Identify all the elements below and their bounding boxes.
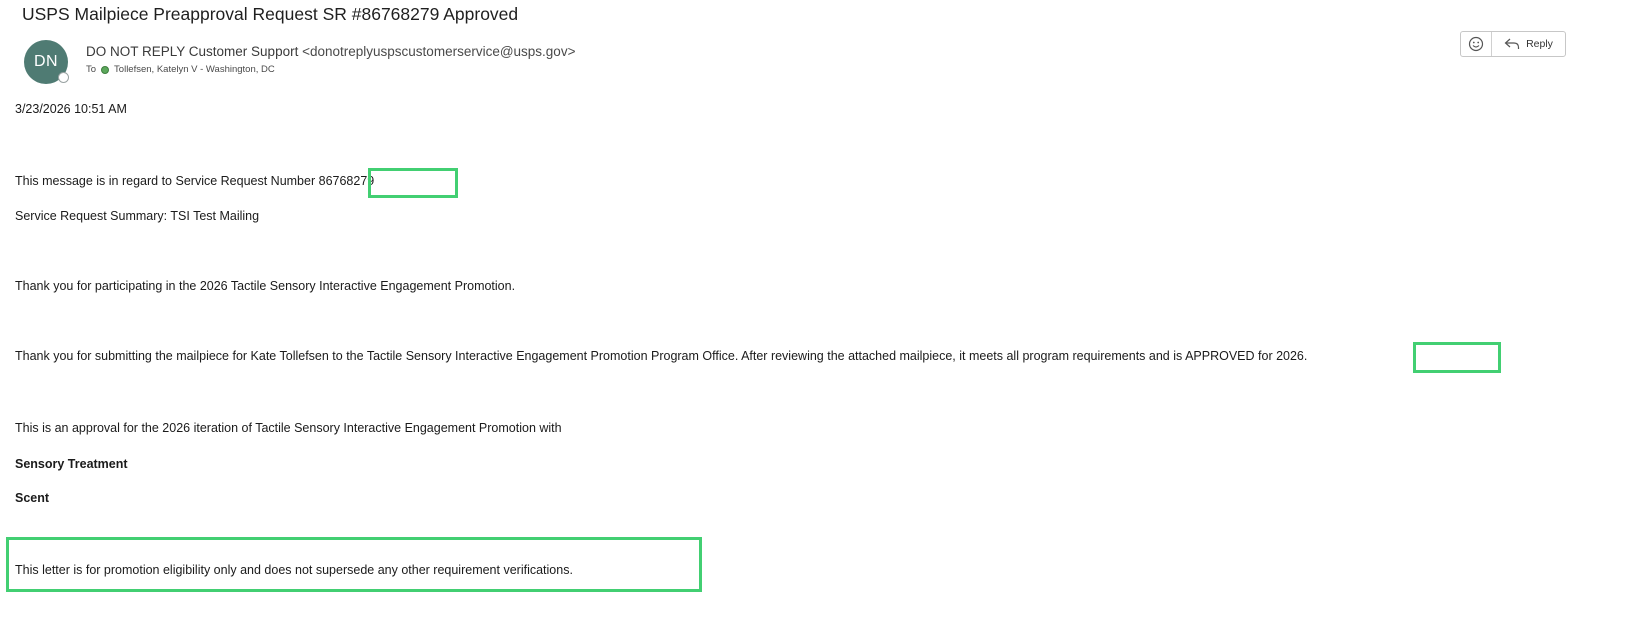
smiley-icon bbox=[1468, 36, 1484, 52]
recipient-status-icon bbox=[101, 65, 110, 74]
disclaimer-highlight bbox=[6, 537, 702, 592]
email-subject: USPS Mailpiece Preapproval Request SR #8… bbox=[22, 4, 519, 24]
sent-timestamp: 3/23/2026 10:51 AM bbox=[15, 102, 127, 116]
recipient-line: To Tollefsen, Katelyn V - Washington, DC bbox=[86, 64, 275, 75]
scent-label: Scent bbox=[15, 491, 50, 505]
sensory-treatment-label: Sensory Treatment bbox=[15, 457, 128, 471]
submission-text: Thank you for submitting the mailpiece f… bbox=[15, 349, 1183, 363]
request-summary: Service Request Summary: TSI Test Mailin… bbox=[15, 209, 260, 223]
sender-name[interactable]: DO NOT REPLY Customer Support bbox=[86, 44, 298, 59]
submission-year: for 2026. bbox=[1258, 349, 1308, 363]
service-request-line: This message is in regard to Service Req… bbox=[15, 174, 374, 188]
reply-label: Reply bbox=[1526, 38, 1553, 50]
approved-highlight bbox=[1413, 342, 1501, 373]
avatar-initials: DN bbox=[33, 53, 59, 70]
submission-line: Thank you for submitting the mailpiece f… bbox=[15, 349, 1307, 363]
approval-line: This is an approval for the 2026 iterati… bbox=[15, 421, 562, 435]
reply-arrow-icon bbox=[1504, 38, 1520, 49]
to-label: To bbox=[86, 64, 97, 75]
message-actions: Reply bbox=[1460, 31, 1566, 57]
presence-status-icon bbox=[58, 72, 69, 83]
service-request-number: 86768279 bbox=[318, 174, 375, 188]
reaction-button[interactable] bbox=[1461, 32, 1492, 56]
service-request-label: This message is in regard to Service Req… bbox=[15, 174, 316, 188]
recipient-name[interactable]: Tollefsen, Katelyn V - Washington, DC bbox=[114, 64, 275, 75]
reply-button[interactable]: Reply bbox=[1492, 32, 1565, 56]
approved-status: APPROVED bbox=[1185, 349, 1255, 363]
sender-email[interactable]: <donotreplyuspscustomerservice@usps.gov> bbox=[302, 44, 575, 59]
sr-number-highlight bbox=[368, 168, 458, 198]
thanks-line: Thank you for participating in the 2026 … bbox=[15, 279, 516, 293]
sender-line[interactable]: DO NOT REPLY Customer Support <donotrepl… bbox=[86, 44, 575, 59]
